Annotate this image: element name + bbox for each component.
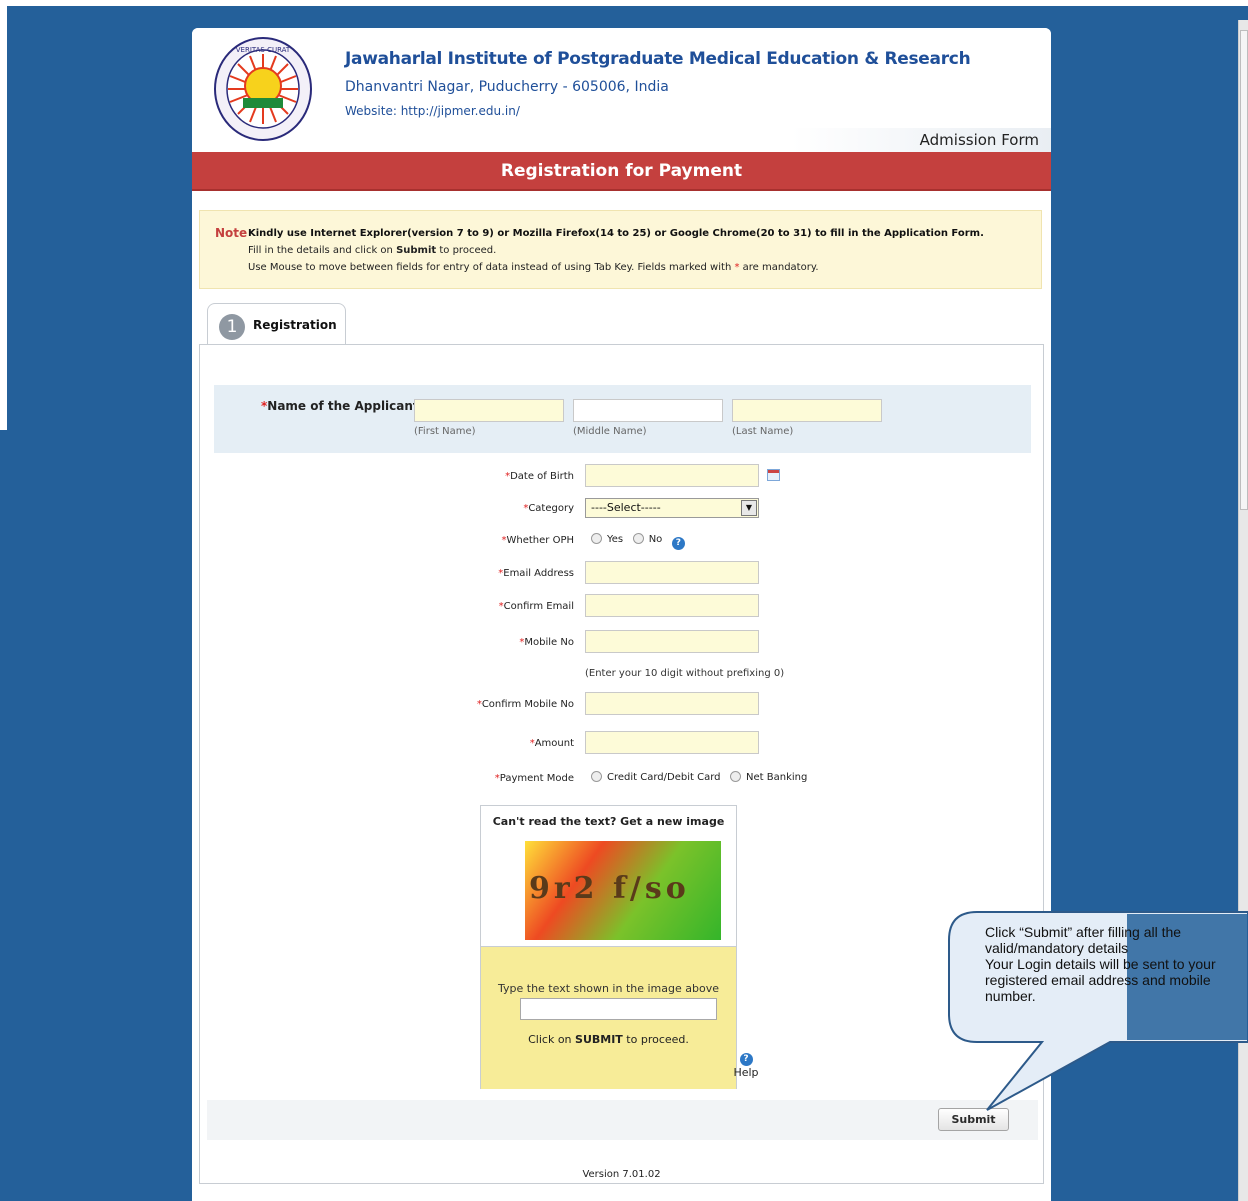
chevron-down-icon[interactable]: ▼ [741,500,757,516]
tab-registration[interactable]: 1 Registration [207,303,346,345]
note-box: Note Kindly use Internet Explorer(versio… [199,210,1042,289]
middle-name-input[interactable] [573,399,723,422]
institute-address: Dhanvantri Nagar, Puducherry - 605006, I… [345,79,669,95]
callout-text: Click “Submit” after filling all the val… [985,924,1216,1004]
jipmer-logo-icon: VERITAS CURAT [214,37,312,141]
mobile-input[interactable] [585,630,759,653]
captcha-entry-panel: Type the text shown in the image above C… [481,946,759,1089]
captcha-proceed-text: Click on SUBMIT to proceed. [528,1033,689,1046]
tab-label: Registration [253,318,337,332]
page-title: Registration for Payment [192,152,1051,191]
first-name-input[interactable] [414,399,564,422]
email-label: *Email Address [498,568,574,579]
name-label: *Name of the Applicant [261,399,419,413]
first-name-hint: (First Name) [414,426,476,437]
institute-name: Jawaharlal Institute of Postgraduate Med… [345,49,971,69]
submit-row: Submit [207,1100,1038,1140]
scrollbar-thumb[interactable] [1240,30,1248,510]
window-top-edge [0,0,1248,6]
oph-help-icon[interactable]: ? [671,537,685,550]
admission-page: VERITAS CURAT Jawaharlal Institute of Po… [192,28,1051,1201]
dob-input[interactable] [585,464,759,487]
institute-website: Website: http://jipmer.edu.in/ [345,104,520,118]
admission-form-label: Admission Form [791,128,1051,152]
payment-mode-label: *Payment Mode [494,773,574,784]
confirm-mobile-label: *Confirm Mobile No [476,699,574,710]
oph-no-label: No [648,534,663,545]
note-label: Note [215,226,248,240]
oph-label: *Whether OPH [501,535,575,546]
captcha-instruction: Type the text shown in the image above [498,982,719,995]
category-select[interactable]: ----Select----- ▼ [585,498,759,518]
amount-input[interactable] [585,731,759,754]
confirm-email-input[interactable] [585,594,759,617]
middle-name-hint: (Middle Name) [573,426,647,437]
note-mandatory-line: Use Mouse to move between fields for ent… [248,262,819,273]
payment-card-radio[interactable] [591,771,602,782]
captcha-image-text: 9r2 f/so [529,871,690,906]
captcha-help[interactable]: ? Help [731,1048,761,1079]
confirm-mobile-input[interactable] [585,692,759,715]
payment-netbanking-label: Net Banking [746,772,808,783]
confirm-email-label: *Confirm Email [498,601,574,612]
last-name-input[interactable] [732,399,882,422]
window-left-edge [0,0,7,430]
captcha-box: Can't read the text? Get a new image 9r2… [480,805,759,1089]
version-label: Version 7.01.02 [582,1169,661,1180]
mobile-label: *Mobile No [519,637,574,648]
page-header: VERITAS CURAT Jawaharlal Institute of Po… [192,28,1051,152]
captcha-refresh-link[interactable]: Can't read the text? Get a new image [481,815,736,828]
dob-label: *Date of Birth [505,471,574,482]
oph-options: Yes No ? [591,533,685,550]
payment-mode-options: Credit Card/Debit Card Net Banking [591,771,807,783]
oph-yes-radio[interactable] [591,533,602,544]
captcha-input[interactable] [520,998,717,1020]
payment-card-label: Credit Card/Debit Card [607,772,721,783]
mobile-hint: (Enter your 10 digit without prefixing 0… [585,668,785,679]
last-name-hint: (Last Name) [732,426,794,437]
help-icon[interactable]: ? [739,1053,753,1066]
oph-no-radio[interactable] [632,533,644,544]
oph-yes-label: Yes [607,534,624,545]
note-submit-line: Fill in the details and click on Submit … [248,245,497,256]
submit-callout: Click “Submit” after filling all the val… [947,910,1248,1114]
applicant-name-row: *Name of the Applicant (First Name) (Mid… [214,385,1031,453]
help-label: Help [733,1066,759,1079]
registration-form: *Name of the Applicant (First Name) (Mid… [199,344,1044,1184]
category-label: *Category [523,503,574,514]
logo-motto: VERITAS CURAT [236,46,291,54]
note-browser-line: Kindly use Internet Explorer(version 7 t… [248,228,984,239]
calendar-icon[interactable] [767,469,780,481]
email-input[interactable] [585,561,759,584]
step-number-badge: 1 [219,314,245,340]
captcha-image: 9r2 f/so [525,841,721,940]
amount-label: *Amount [529,738,574,749]
payment-netbanking-radio[interactable] [730,771,742,782]
